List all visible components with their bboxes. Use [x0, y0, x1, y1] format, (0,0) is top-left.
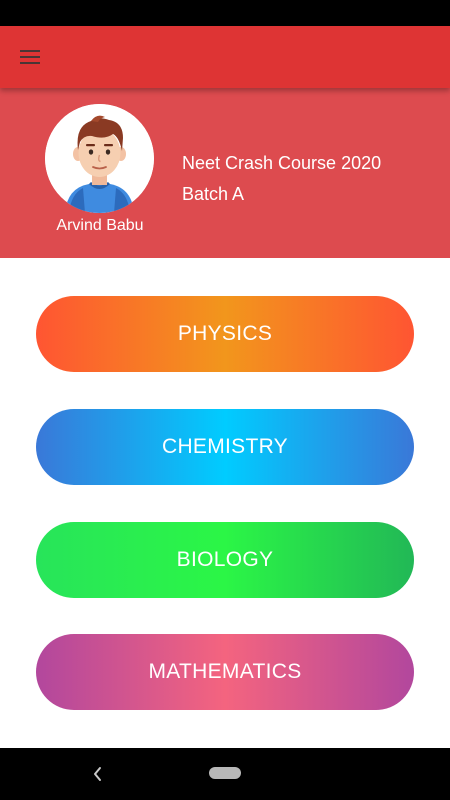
system-navigation-bar — [0, 748, 450, 800]
avatar[interactable] — [45, 104, 154, 213]
chemistry-button-label: CHEMISTRY — [162, 435, 288, 458]
physics-button-label: PHYSICS — [177, 322, 273, 345]
status-bar — [0, 0, 450, 26]
physics-button[interactable]: PHYSICS — [36, 296, 414, 372]
user-avatar-icon — [45, 104, 154, 213]
chemistry-button[interactable]: CHEMISTRY — [36, 409, 414, 485]
course-name: Neet Crash Course 2020 — [182, 153, 382, 173]
home-pill-icon[interactable] — [209, 767, 241, 779]
mathematics-button[interactable]: MATHEMATICS — [36, 634, 414, 710]
batch-name: Batch A — [182, 184, 245, 204]
app-bar — [0, 26, 450, 88]
course-info: Neet Crash Course 2020 Batch A — [182, 148, 381, 210]
biology-button-label: BIOLOGY — [176, 548, 274, 571]
user-name: Arvind Babu — [56, 217, 144, 234]
biology-button[interactable]: BIOLOGY — [36, 522, 414, 598]
back-chevron-icon — [94, 767, 101, 781]
menu-button[interactable] — [14, 41, 46, 73]
profile-header: Arvind Babu Neet Crash Course 2020 Batch… — [0, 88, 450, 258]
hamburger-menu-icon — [20, 50, 40, 64]
back-button[interactable] — [88, 764, 108, 784]
mathematics-button-label: MATHEMATICS — [148, 660, 302, 683]
